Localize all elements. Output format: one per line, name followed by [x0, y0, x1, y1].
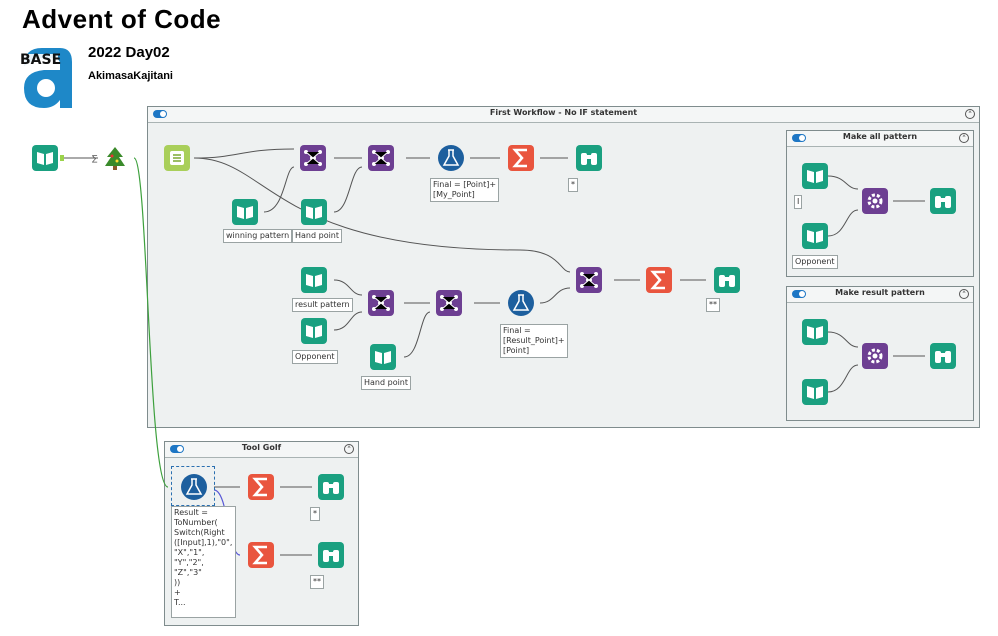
annotation-hand-point: Hand point: [361, 376, 412, 390]
annotation-opponent: Opponent: [792, 255, 838, 269]
annotation-opponent: Opponent: [292, 350, 338, 364]
book-icon: [807, 326, 823, 339]
browse-tool[interactable]: [318, 542, 344, 568]
book-icon: [807, 230, 823, 243]
book-icon: [375, 351, 391, 364]
book-icon: [306, 206, 322, 219]
annotation-winning-pattern: winning pattern: [223, 229, 293, 243]
winning-pattern-input-tool[interactable]: [232, 199, 258, 225]
sample-tool[interactable]: [102, 145, 128, 171]
text-to-columns-tool[interactable]: [164, 145, 190, 171]
flask-icon: [442, 149, 460, 166]
join-tool[interactable]: [576, 267, 602, 293]
annotation-hand-point: Hand point: [292, 229, 343, 243]
hand-point-input-tool[interactable]: [301, 199, 327, 225]
browse-tool[interactable]: [930, 188, 956, 214]
book-icon: [807, 170, 823, 183]
tree-icon: [105, 147, 125, 170]
input-data-tool[interactable]: [802, 319, 828, 345]
summarize-tool[interactable]: [646, 267, 672, 293]
gear-icon: [867, 348, 883, 364]
join-tool[interactable]: [368, 145, 394, 171]
formula-tool[interactable]: [181, 474, 207, 500]
binoculars-icon: [323, 550, 339, 562]
join-tool[interactable]: [300, 145, 326, 171]
browse-tool[interactable]: [714, 267, 740, 293]
book-icon: [807, 386, 823, 399]
binoculars-icon: [935, 351, 951, 363]
connection-wires: ∑: [64, 148, 925, 556]
book-icon: [306, 325, 322, 338]
output-anchor[interactable]: [60, 155, 64, 161]
annotation-result-pattern: result pattern: [292, 298, 353, 312]
annotation-browse: **: [310, 575, 324, 589]
annotation-browse: *: [568, 178, 578, 192]
join-tool[interactable]: [436, 290, 462, 316]
annotation-golf-formula: Result = ToNumber( Switch(Right ([Input]…: [171, 506, 236, 618]
annotation-browse: *: [310, 507, 320, 521]
summarize-tool[interactable]: [508, 145, 534, 171]
summarize-tool[interactable]: [248, 474, 274, 500]
hand-point-input-tool[interactable]: [370, 344, 396, 370]
summarize-tool[interactable]: [248, 542, 274, 568]
flask-icon: [185, 478, 203, 495]
sigma-icon: [252, 477, 267, 497]
result-pattern-input-tool[interactable]: [301, 267, 327, 293]
join-icon: [372, 295, 390, 311]
binoculars-icon: [935, 196, 951, 208]
sigma-icon: [650, 270, 665, 290]
annotation-formula: Final = [Point]+ [My_Point]: [430, 178, 500, 202]
append-fields-tool[interactable]: [862, 343, 888, 369]
append-fields-tool[interactable]: [862, 188, 888, 214]
binoculars-icon: [323, 482, 339, 494]
input-data-tool[interactable]: [802, 163, 828, 189]
book-icon: [237, 206, 253, 219]
join-icon: [304, 150, 322, 166]
gear-icon: [867, 193, 883, 209]
input-data-tool[interactable]: [32, 145, 58, 171]
book-icon: [37, 152, 53, 165]
opponent-input-tool[interactable]: [301, 318, 327, 344]
binoculars-icon: [581, 153, 597, 165]
split-icon: [170, 151, 184, 165]
annotation-formula: Final = [Result_Point]+ [Point]: [500, 324, 568, 358]
browse-tool[interactable]: [318, 474, 344, 500]
formula-tool[interactable]: [508, 290, 534, 316]
sigma-icon: [252, 545, 267, 565]
flask-icon: [512, 294, 530, 311]
join-icon: [580, 272, 598, 288]
svg-text:∑: ∑: [92, 154, 98, 163]
annotation-browse: **: [706, 298, 720, 312]
browse-tool[interactable]: [576, 145, 602, 171]
sigma-icon: [512, 148, 527, 168]
browse-tool[interactable]: [930, 343, 956, 369]
join-icon: [372, 150, 390, 166]
annotation-i: I: [794, 195, 803, 209]
join-icon: [440, 295, 458, 311]
formula-tool[interactable]: [438, 145, 464, 171]
opponent-input-tool[interactable]: [802, 223, 828, 249]
join-tool[interactable]: [368, 290, 394, 316]
input-data-tool[interactable]: [802, 379, 828, 405]
book-icon: [306, 274, 322, 287]
binoculars-icon: [719, 275, 735, 287]
